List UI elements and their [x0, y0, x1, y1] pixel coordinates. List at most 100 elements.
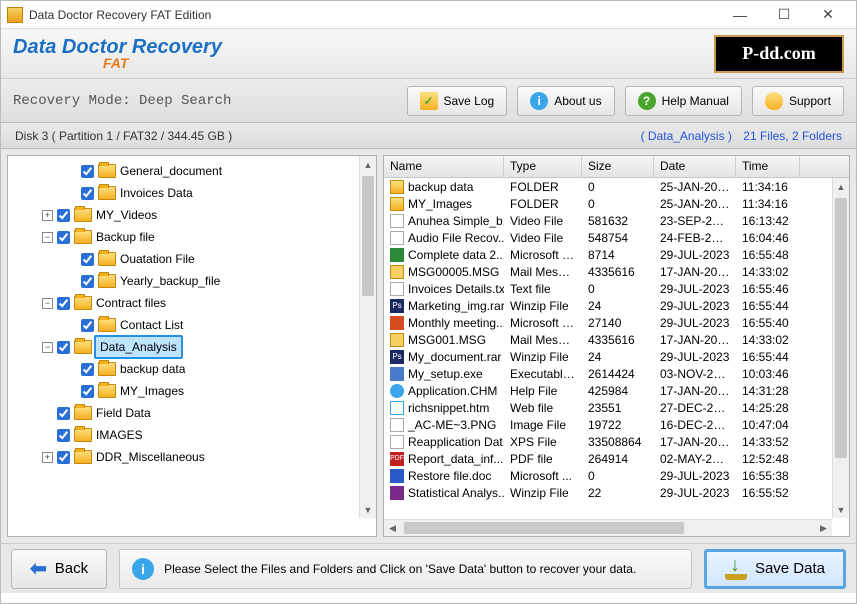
file-list[interactable]: backup dataFOLDER025-JAN-202511:34:16MY_…	[384, 178, 849, 530]
tree-node[interactable]: General_document	[26, 160, 370, 182]
tree-node[interactable]: backup data	[26, 358, 370, 380]
table-row[interactable]: PsMarketing_img.rarWinzip File2429-JUL-2…	[384, 297, 849, 314]
support-button[interactable]: Support	[752, 86, 844, 116]
tree-node[interactable]: IMAGES	[26, 424, 370, 446]
col-header-type[interactable]: Type	[504, 156, 582, 177]
tree-checkbox[interactable]	[81, 385, 94, 398]
tree-node[interactable]: −Data_Analysis	[26, 336, 370, 358]
close-button[interactable]: ✕	[806, 3, 850, 27]
tree-checkbox[interactable]	[81, 319, 94, 332]
table-row[interactable]: Monthly meeting...Microsoft P...2714029-…	[384, 314, 849, 331]
tree-label: IMAGES	[96, 425, 143, 445]
maximize-button[interactable]: ☐	[762, 3, 806, 27]
table-row[interactable]: Invoices Details.txtText file029-JUL-202…	[384, 280, 849, 297]
table-row[interactable]: MY_ImagesFOLDER025-JAN-202511:34:16	[384, 195, 849, 212]
table-row[interactable]: Application.CHMHelp File42598417-JAN-202…	[384, 382, 849, 399]
tree-node[interactable]: MY_Images	[26, 380, 370, 402]
tree-checkbox[interactable]	[57, 451, 70, 464]
tree-node[interactable]: −Backup file	[26, 226, 370, 248]
table-row[interactable]: PsMy_document.rarWinzip File2429-JUL-202…	[384, 348, 849, 365]
table-row[interactable]: Statistical Analys...Winzip File2229-JUL…	[384, 484, 849, 501]
tree-checkbox[interactable]	[57, 341, 70, 354]
tree-checkbox[interactable]	[81, 253, 94, 266]
tree-node[interactable]: Field Data	[26, 402, 370, 424]
tree-checkbox[interactable]	[57, 231, 70, 244]
scroll-left-icon[interactable]: ◀	[384, 520, 401, 536]
tree-checkbox[interactable]	[81, 363, 94, 376]
tree-node[interactable]: Invoices Data	[26, 182, 370, 204]
table-row[interactable]: richsnippet.htmWeb file2355127-DEC-20241…	[384, 399, 849, 416]
cell-time: 11:34:16	[736, 180, 800, 194]
collapse-icon[interactable]: −	[42, 298, 53, 309]
hint-bar: i Please Select the Files and Folders an…	[119, 549, 692, 589]
cell-date: 29-JUL-2023	[654, 248, 736, 262]
cell-date: 23-SEP-2023	[654, 214, 736, 228]
tree-checkbox[interactable]	[81, 187, 94, 200]
tree-checkbox[interactable]	[81, 275, 94, 288]
folder-icon	[74, 230, 92, 244]
collapse-icon[interactable]: −	[42, 232, 53, 243]
table-row[interactable]: Anuhea Simple_b...Video File58163223-SEP…	[384, 212, 849, 229]
tree-checkbox[interactable]	[57, 407, 70, 420]
tree-node[interactable]: Ouatation File	[26, 248, 370, 270]
chm-icon	[390, 384, 404, 398]
folder-tree[interactable]: General_documentInvoices Data+MY_Videos−…	[8, 156, 376, 536]
selected-folder-label: ( Data_Analysis )	[641, 129, 732, 143]
scroll-down-icon[interactable]: ▼	[360, 501, 376, 518]
list-vertical-scrollbar[interactable]: ▲ ▼	[832, 178, 849, 518]
table-row[interactable]: PDFReport_data_inf...PDF file26491402-MA…	[384, 450, 849, 467]
list-horizontal-scrollbar[interactable]: ◀ ▶	[384, 519, 832, 536]
table-row[interactable]: Complete data 2...Microsoft E...871429-J…	[384, 246, 849, 263]
table-row[interactable]: _AC-ME~3.PNGImage File1972216-DEC-202410…	[384, 416, 849, 433]
expand-icon[interactable]: +	[42, 210, 53, 221]
table-row[interactable]: My_setup.exeExecutable ...261442403-NOV-…	[384, 365, 849, 382]
ps-icon: Ps	[390, 350, 404, 364]
scroll-down-icon[interactable]: ▼	[833, 501, 849, 518]
cell-size: 8714	[582, 248, 654, 262]
table-row[interactable]: backup dataFOLDER025-JAN-202511:34:16	[384, 178, 849, 195]
tree-checkbox[interactable]	[57, 209, 70, 222]
toggle-spacer	[66, 254, 77, 265]
cell-date: 29-JUL-2023	[654, 350, 736, 364]
minimize-button[interactable]: —	[718, 3, 762, 27]
about-button[interactable]: iAbout us	[517, 86, 614, 116]
cell-date: 25-JAN-2025	[654, 197, 736, 211]
tree-node[interactable]: Yearly_backup_file	[26, 270, 370, 292]
tree-vertical-scrollbar[interactable]: ▲ ▼	[359, 156, 376, 518]
col-header-name[interactable]: Name	[384, 156, 504, 177]
cell-size: 425984	[582, 384, 654, 398]
save-data-button[interactable]: Save Data	[704, 549, 846, 589]
help-button[interactable]: ?Help Manual	[625, 86, 742, 116]
tree-checkbox[interactable]	[57, 429, 70, 442]
table-row[interactable]: Reapplication Dat...XPS File3350886417-J…	[384, 433, 849, 450]
tree-node[interactable]: Contact List	[26, 314, 370, 336]
col-header-date[interactable]: Date	[654, 156, 736, 177]
scroll-up-icon[interactable]: ▲	[833, 178, 849, 195]
collapse-icon[interactable]: −	[42, 342, 53, 353]
table-row[interactable]: Restore file.docMicrosoft ...029-JUL-202…	[384, 467, 849, 484]
tree-node[interactable]: −Contract files	[26, 292, 370, 314]
tree-node[interactable]: +MY_Videos	[26, 204, 370, 226]
file-name: Report_data_inf...	[408, 452, 503, 466]
table-row[interactable]: MSG001.MSGMail Messa...433561617-JAN-202…	[384, 331, 849, 348]
scroll-thumb[interactable]	[835, 198, 847, 458]
expand-icon[interactable]: +	[42, 452, 53, 463]
tree-node[interactable]: +DDR_Miscellaneous	[26, 446, 370, 468]
table-row[interactable]: Audio File Recov...Video File54875424-FE…	[384, 229, 849, 246]
cell-size: 2614424	[582, 367, 654, 381]
scroll-up-icon[interactable]: ▲	[360, 156, 376, 173]
cell-size: 0	[582, 469, 654, 483]
col-header-size[interactable]: Size	[582, 156, 654, 177]
scroll-thumb[interactable]	[362, 176, 374, 296]
back-button[interactable]: ⬅ Back	[11, 549, 107, 589]
col-header-time[interactable]: Time	[736, 156, 800, 177]
tree-label: General_document	[120, 161, 222, 181]
tree-checkbox[interactable]	[57, 297, 70, 310]
scroll-thumb[interactable]	[404, 522, 684, 534]
table-row[interactable]: MSG00005.MSGMail Messa...433561617-JAN-2…	[384, 263, 849, 280]
save-log-button[interactable]: ✓Save Log	[407, 86, 508, 116]
tree-checkbox[interactable]	[81, 165, 94, 178]
scroll-right-icon[interactable]: ▶	[815, 520, 832, 536]
file-name: Reapplication Dat...	[408, 435, 504, 449]
list-pane: Name Type Size Date Time backup dataFOLD…	[383, 155, 850, 537]
